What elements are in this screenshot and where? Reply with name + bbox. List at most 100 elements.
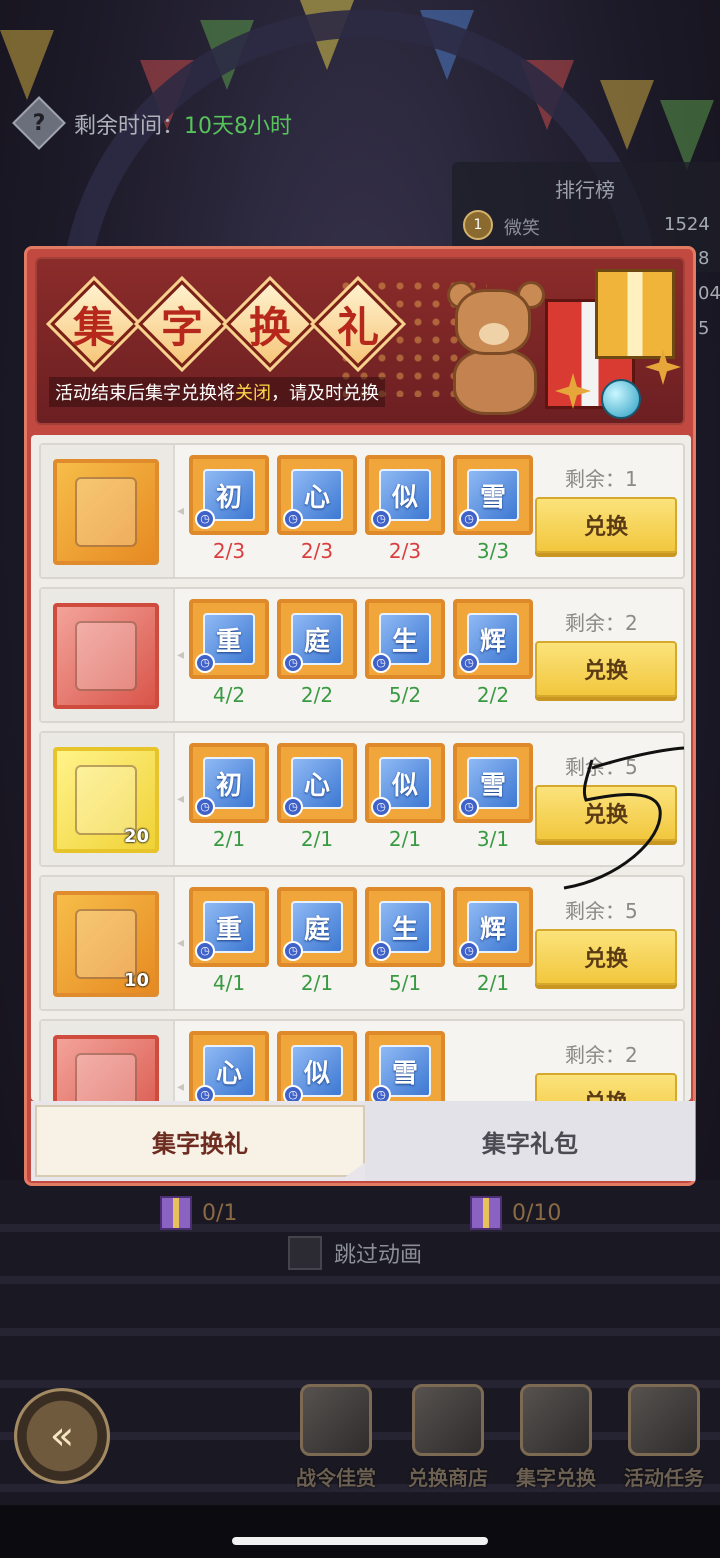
word-tile[interactable]: 初 ◷ xyxy=(189,743,269,823)
word-tile[interactable]: 雪 ◷ xyxy=(453,455,533,535)
word-tile[interactable]: 辉 ◷ xyxy=(453,599,533,679)
tab-bar: 集字换礼 集字礼包 xyxy=(31,1101,695,1181)
word-count: 3/1 xyxy=(476,827,510,851)
word-tile[interactable]: 心 ◷ xyxy=(277,743,357,823)
word-item[interactable]: 心 ◷ 2/1 xyxy=(277,743,357,851)
tab-word-pack[interactable]: 集字礼包 xyxy=(365,1101,695,1181)
word-tile[interactable]: 重 ◷ xyxy=(189,887,269,967)
word-tile[interactable]: 初 ◷ xyxy=(189,455,269,535)
word-item[interactable]: 重 ◷ 4/1 xyxy=(189,887,269,995)
word-item[interactable]: 雪 ◷ 3/1 xyxy=(453,743,533,851)
word-item[interactable]: 似 ◷ xyxy=(277,1031,357,1101)
nav-shop[interactable]: 兑换商店 xyxy=(398,1384,498,1494)
word-count: 2/3 xyxy=(300,539,334,563)
word-item[interactable]: 辉 ◷ 2/1 xyxy=(453,887,533,995)
back-arrow-icon: « xyxy=(49,1413,75,1459)
gift-counter-right: 0/10 xyxy=(470,1196,561,1230)
remaining-time: 剩余时间：10天8小时 xyxy=(74,108,292,140)
red-chest-icon[interactable] xyxy=(53,603,159,709)
exchange-button[interactable]: 兑换 xyxy=(535,641,677,697)
arrow-icon: ◂ xyxy=(177,647,185,663)
remaining-count: 剩余：2 xyxy=(565,611,638,635)
word-item[interactable]: 雪 ◷ 3/3 xyxy=(453,455,533,563)
exchange-button[interactable]: 兑换 xyxy=(535,497,677,553)
word-item[interactable]: 雪 ◷ xyxy=(365,1031,445,1101)
skip-animation-checkbox[interactable] xyxy=(288,1236,322,1270)
skip-animation-label: 跳过动画 xyxy=(334,1243,423,1268)
battle-pass-icon xyxy=(300,1384,372,1456)
winged-chest-icon[interactable]: 20 xyxy=(53,747,159,853)
skip-animation[interactable]: 跳过动画 xyxy=(288,1236,422,1270)
rank-score: 5 xyxy=(698,318,710,339)
word-tile[interactable]: 生 ◷ xyxy=(365,887,445,967)
remaining-count: 剩余：2 xyxy=(565,1043,638,1067)
clock-icon: ◷ xyxy=(371,797,391,817)
word-item[interactable]: 似 ◷ 2/1 xyxy=(365,743,445,851)
timer-label: 剩余时间： xyxy=(74,114,185,139)
word-requirements: 心 ◷ 似 ◷ 雪 ◷ xyxy=(189,1031,445,1101)
reward-quantity: 10 xyxy=(123,970,149,991)
word-tile[interactable]: 雪 ◷ xyxy=(453,743,533,823)
remaining-count: 剩余：1 xyxy=(565,467,638,491)
word-item[interactable]: 初 ◷ 2/1 xyxy=(189,743,269,851)
ranking-title: 排行榜 xyxy=(555,178,615,202)
word-item[interactable]: 初 ◷ 2/3 xyxy=(189,455,269,563)
weapon-icon[interactable] xyxy=(53,1035,159,1101)
word-tile[interactable]: 庭 ◷ xyxy=(277,887,357,967)
banner-notice: 活动结束后集字兑换将关闭，请及时兑换 xyxy=(49,377,385,407)
word-item[interactable]: 心 ◷ xyxy=(189,1031,269,1101)
arrow-icon: ◂ xyxy=(177,935,185,951)
home-indicator[interactable] xyxy=(232,1537,488,1545)
arrow-icon: ◂ xyxy=(177,791,185,807)
word-item[interactable]: 似 ◷ 2/3 xyxy=(365,455,445,563)
nav-word-exchange[interactable]: 集字兑换 xyxy=(506,1384,606,1494)
word-requirements: 初 ◷ 2/3 心 ◷ 2/3 似 ◷ 2/3 雪 ◷ 3/3 xyxy=(189,455,533,563)
word-tile[interactable]: 庭 ◷ xyxy=(277,599,357,679)
nav-task[interactable]: 活动任务 xyxy=(614,1384,714,1494)
tab-word-exchange[interactable]: 集字换礼 xyxy=(35,1105,365,1177)
word-tile[interactable]: 似 ◷ xyxy=(365,455,445,535)
word-item[interactable]: 庭 ◷ 2/2 xyxy=(277,599,357,707)
word-tile[interactable]: 重 ◷ xyxy=(189,599,269,679)
gift-box-icon xyxy=(535,259,681,419)
banner-title: 集 字 换 礼 xyxy=(50,280,402,368)
word-tile[interactable]: 生 ◷ xyxy=(365,599,445,679)
word-tile[interactable]: 似 ◷ xyxy=(277,1031,357,1101)
word-item[interactable]: 辉 ◷ 2/2 xyxy=(453,599,533,707)
word-item[interactable]: 生 ◷ 5/1 xyxy=(365,887,445,995)
hero-card-icon[interactable] xyxy=(53,459,159,565)
word-tile[interactable]: 辉 ◷ xyxy=(453,887,533,967)
clock-icon: ◷ xyxy=(283,797,303,817)
reward-cell: 20 xyxy=(41,733,175,865)
nav-label: 活动任务 xyxy=(624,1466,704,1490)
event-banner: 集 字 换 礼 活动结束后集字兑换将关闭，请及时兑换 xyxy=(35,257,685,425)
title-char: 礼 xyxy=(314,280,402,368)
arrow-icon: ◂ xyxy=(177,503,185,519)
word-item[interactable]: 生 ◷ 5/2 xyxy=(365,599,445,707)
rank-score: 04 xyxy=(698,283,720,304)
exchange-button[interactable]: 兑换 xyxy=(535,1073,677,1101)
word-tile[interactable]: 似 ◷ xyxy=(365,743,445,823)
exchange-button[interactable]: 兑换 xyxy=(535,929,677,985)
nav-label: 集字兑换 xyxy=(516,1466,596,1490)
nav-battle-pass[interactable]: 战令佳赏 xyxy=(286,1384,386,1494)
word-count: 4/2 xyxy=(212,683,246,707)
word-count: 3/3 xyxy=(476,539,510,563)
timer-value: 10天8小时 xyxy=(184,114,293,139)
card-chest-icon[interactable]: 10 xyxy=(53,891,159,997)
word-item[interactable]: 庭 ◷ 2/1 xyxy=(277,887,357,995)
clock-icon: ◷ xyxy=(283,941,303,961)
reward-quantity: 20 xyxy=(123,826,149,847)
word-tile[interactable]: 雪 ◷ xyxy=(365,1031,445,1101)
title-char: 集 xyxy=(50,280,138,368)
system-bar xyxy=(0,1505,720,1558)
word-count: 2/1 xyxy=(388,827,422,851)
word-item[interactable]: 重 ◷ 4/2 xyxy=(189,599,269,707)
word-item[interactable]: 心 ◷ 2/3 xyxy=(277,455,357,563)
rank-score: 1524 xyxy=(664,214,710,235)
word-tile[interactable]: 心 ◷ xyxy=(277,455,357,535)
clock-icon: ◷ xyxy=(459,797,479,817)
back-button[interactable]: « xyxy=(14,1388,110,1484)
word-tile[interactable]: 心 ◷ xyxy=(189,1031,269,1101)
clock-icon: ◷ xyxy=(283,1085,303,1101)
